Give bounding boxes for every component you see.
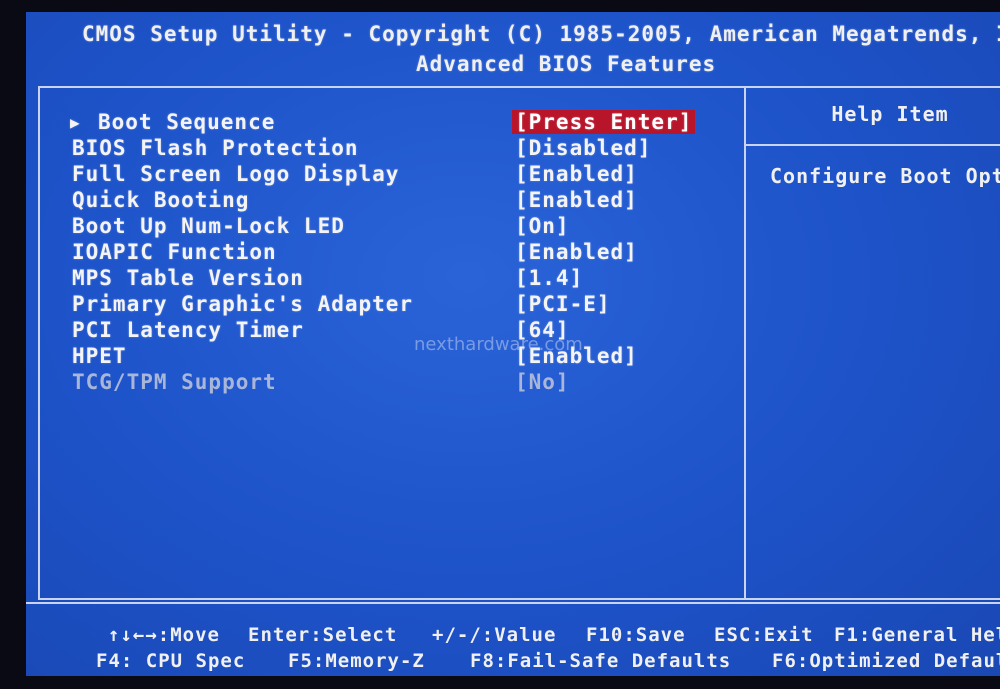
setting-value[interactable]: [Enabled]	[512, 162, 641, 186]
setting-pci-latency-timer[interactable]: PCI Latency Timer [64]	[40, 318, 744, 344]
setting-bios-flash-protection[interactable]: BIOS Flash Protection [Disabled]	[40, 136, 744, 162]
setting-value[interactable]: [On]	[512, 214, 573, 238]
setting-value[interactable]: [Disabled]	[512, 136, 654, 160]
setting-hpet[interactable]: HPET [Enabled]	[40, 344, 744, 370]
setting-value[interactable]: [1.4]	[512, 266, 586, 290]
setting-tcg-tpm-support: TCG/TPM Support [No]	[40, 370, 744, 396]
key-legend-footer: ↑↓←→:Move Enter:Select +/-/:Value F10:Sa…	[26, 602, 1000, 678]
key-value: +/-/:Value	[432, 624, 557, 646]
bios-setup-window: CMOS Setup Utility - Copyright (C) 1985-…	[26, 12, 1000, 676]
key-move: ↑↓←→:Move	[108, 624, 220, 646]
setting-mps-table-version[interactable]: MPS Table Version [1.4]	[40, 266, 744, 292]
monitor-screen: CMOS Setup Utility - Copyright (C) 1985-…	[0, 0, 1000, 689]
setting-quick-booting[interactable]: Quick Booting [Enabled]	[40, 188, 744, 214]
help-title: Help Item	[831, 102, 949, 126]
setting-label: Primary Graphic's Adapter	[72, 292, 414, 316]
key-memory-z: F5:Memory-Z	[288, 650, 425, 672]
setting-label: IOAPIC Function	[72, 240, 277, 264]
help-divider	[746, 144, 1000, 146]
setting-label: HPET	[72, 344, 127, 368]
setting-label: TCG/TPM Support	[72, 370, 277, 394]
help-text: Configure Boot Options	[770, 164, 1000, 188]
setting-full-screen-logo[interactable]: Full Screen Logo Display [Enabled]	[40, 162, 744, 188]
key-select: Enter:Select	[248, 624, 398, 646]
setting-label: Boot Sequence	[98, 110, 276, 134]
setting-boot-sequence[interactable]: ▶ Boot Sequence [Press Enter]	[40, 110, 744, 136]
utility-title: CMOS Setup Utility - Copyright (C) 1985-…	[82, 22, 1000, 46]
setting-label: Full Screen Logo Display	[72, 162, 400, 186]
setting-label: Quick Booting	[72, 188, 250, 212]
watermark: nexthardware.com	[414, 334, 583, 355]
key-save: F10:Save	[586, 624, 686, 646]
setting-value: [No]	[515, 370, 570, 394]
setting-primary-graphics-adapter[interactable]: Primary Graphic's Adapter [PCI-E]	[40, 292, 744, 318]
setting-num-lock-led[interactable]: Boot Up Num-Lock LED [On]	[40, 214, 744, 240]
key-cpu-spec: F4: CPU Spec	[96, 650, 246, 672]
page-title: Advanced BIOS Features	[416, 52, 717, 76]
key-exit: ESC:Exit	[714, 624, 814, 646]
settings-panel: ▶ Boot Sequence [Press Enter] BIOS Flash…	[38, 86, 746, 600]
submenu-arrow-icon: ▶	[70, 113, 81, 132]
help-panel: Help Item Configure Boot Options	[746, 86, 1000, 600]
key-optimized-defaults: F6:Optimized Defaults	[772, 650, 1000, 672]
setting-ioapic-function[interactable]: IOAPIC Function [Enabled]	[40, 240, 744, 266]
setting-value[interactable]: [Enabled]	[512, 188, 641, 212]
setting-label: Boot Up Num-Lock LED	[72, 214, 345, 238]
setting-value[interactable]: [PCI-E]	[512, 292, 614, 316]
setting-label: BIOS Flash Protection	[72, 136, 359, 160]
setting-value[interactable]: [Enabled]	[512, 240, 641, 264]
key-fail-safe-defaults: F8:Fail-Safe Defaults	[470, 650, 732, 672]
setting-label: PCI Latency Timer	[72, 318, 304, 342]
key-general-help: F1:General Help	[834, 624, 1000, 646]
setting-value[interactable]: [Press Enter]	[512, 110, 696, 134]
setting-label: MPS Table Version	[72, 266, 304, 290]
